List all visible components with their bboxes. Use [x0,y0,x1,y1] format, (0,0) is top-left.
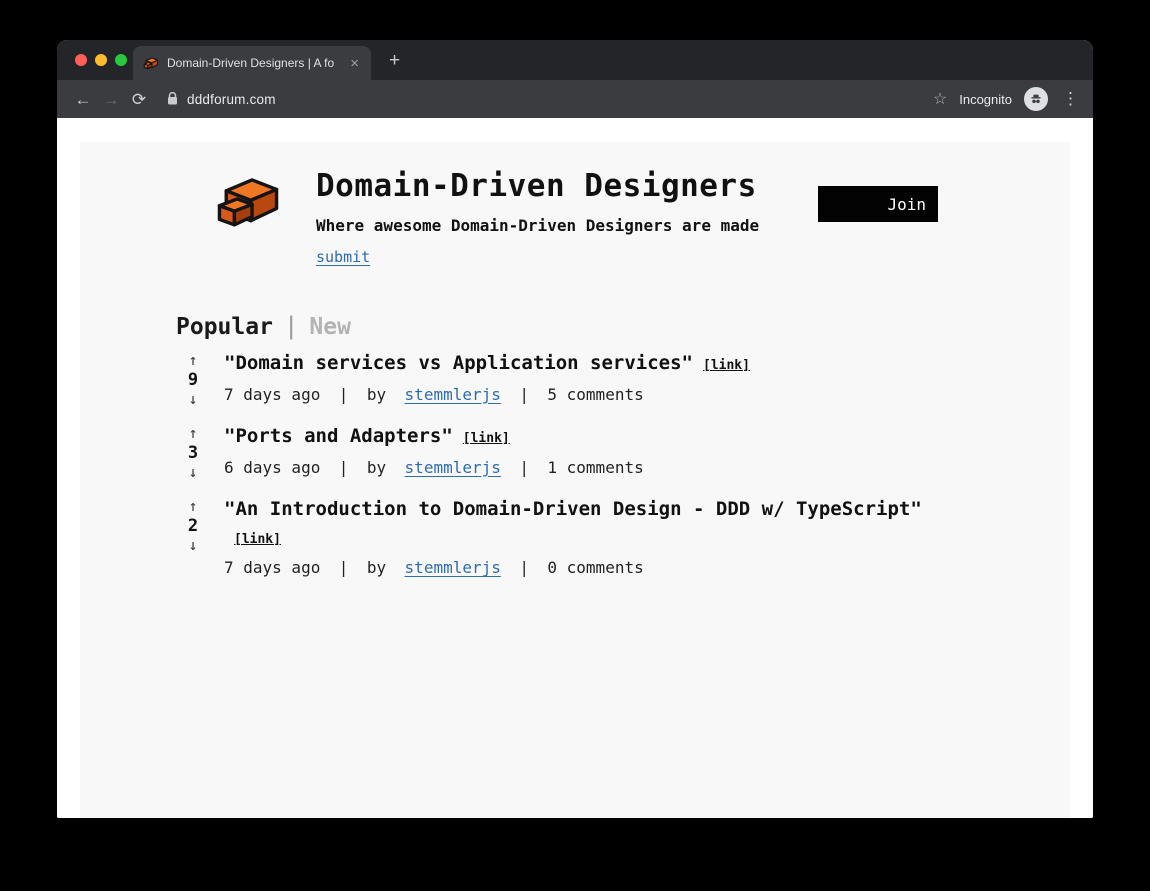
join-button[interactable]: Join [818,186,938,222]
content-container: Domain-Driven Designers Where awesome Do… [80,142,1070,818]
menu-icon[interactable]: ⋮ [1060,89,1081,109]
post-meta: 7 days ago | by stemmlerjs | 0 comments [224,558,969,577]
tab-title: Domain-Driven Designers | A fo [167,56,346,70]
new-tab-button[interactable]: + [383,49,406,72]
post-body: "An Introduction to Domain-Driven Design… [224,496,969,577]
tab-strip: Domain-Driven Designers | A fo × + [57,40,1093,80]
minimize-window-button[interactable] [95,54,107,66]
address-bar[interactable]: dddforum.com [167,85,933,113]
post-comments: 5 comments [547,385,643,404]
browser-tab[interactable]: Domain-Driven Designers | A fo × [133,46,371,80]
post-row: ↑ 2 ↓ "An Introduction to Domain-Driven … [180,496,1070,577]
tab-new[interactable]: New [309,314,351,340]
meta-separator: | [339,558,349,577]
post-title: "An Introduction to Domain-Driven Design… [224,496,969,551]
upvote-icon[interactable]: ↑ [188,352,197,369]
toolbar-right: ☆ Incognito ⋮ [933,87,1081,111]
post-link-tag[interactable]: [link] [234,532,281,547]
lock-icon[interactable] [167,92,178,106]
vote-column: ↑ 9 ↓ [180,350,206,407]
post-comments: 1 comments [547,458,643,477]
reload-icon[interactable]: ⟳ [125,91,153,108]
post-comments: 0 comments [547,558,643,577]
maximize-window-button[interactable] [115,54,127,66]
back-icon[interactable]: ← [69,91,97,108]
post-age: 7 days ago [224,385,320,404]
submit-link[interactable]: submit [316,248,370,266]
vote-count: 2 [188,515,198,537]
meta-separator: | [519,385,529,404]
meta-separator: | [519,458,529,477]
post-row: ↑ 9 ↓ "Domain services vs Application se… [180,350,1070,407]
author-link[interactable]: stemmlerjs [405,458,501,477]
post-body: "Ports and Adapters" [link] 6 days ago | … [224,423,653,480]
downvote-icon[interactable]: ↓ [188,391,197,408]
brick-logo-icon [214,168,282,234]
site-favicon-brick-icon [143,55,159,71]
vote-count: 9 [188,369,198,391]
close-window-button[interactable] [75,54,87,66]
meta-by-label: by [367,458,386,477]
post-title: "Domain services vs Application services… [224,350,750,378]
post-title-text: "Ports and Adapters" [224,425,453,447]
post-link-tag[interactable]: [link] [703,358,750,373]
post-list: ↑ 9 ↓ "Domain services vs Application se… [180,350,1070,577]
desktop-background: Domain-Driven Designers | A fo × + ← → ⟳… [0,0,1150,891]
page-content: Domain-Driven Designers Where awesome Do… [57,118,1093,818]
url-text[interactable]: dddforum.com [187,92,276,107]
post-row: ↑ 3 ↓ "Ports and Adapters" [link] 6 days … [180,423,1070,480]
downvote-icon[interactable]: ↓ [188,537,197,554]
forward-icon[interactable]: → [97,91,125,108]
post-meta: 6 days ago | by stemmlerjs | 1 comments [224,458,653,477]
post-title-text: "Domain services vs Application services… [224,352,693,374]
meta-separator: | [339,385,349,404]
post-link-tag[interactable]: [link] [463,431,510,446]
page-title: Domain-Driven Designers [316,168,784,204]
post-meta: 7 days ago | by stemmlerjs | 5 comments [224,385,750,404]
page-subtitle: Where awesome Domain-Driven Designers ar… [316,216,784,235]
close-tab-icon[interactable]: × [346,54,363,73]
incognito-label: Incognito [959,92,1012,107]
post-body: "Domain services vs Application services… [224,350,750,407]
meta-by-label: by [367,558,386,577]
post-title-text: "An Introduction to Domain-Driven Design… [224,498,922,520]
post-age: 7 days ago [224,558,320,577]
tab-divider: | [284,312,298,340]
bookmark-star-icon[interactable]: ☆ [933,89,947,109]
header-text: Domain-Driven Designers Where awesome Do… [316,168,784,266]
browser-window: Domain-Driven Designers | A fo × + ← → ⟳… [57,40,1093,818]
traffic-lights [75,54,127,66]
post-title: "Ports and Adapters" [link] [224,423,653,451]
author-link[interactable]: stemmlerjs [405,385,501,404]
meta-separator: | [519,558,529,577]
upvote-icon[interactable]: ↑ [188,425,197,442]
filter-tabs: Popular | New [176,312,1070,340]
author-link[interactable]: stemmlerjs [405,558,501,577]
vote-column: ↑ 2 ↓ [180,496,206,577]
vote-count: 3 [188,442,198,464]
browser-toolbar: ← → ⟳ dddforum.com ☆ Incognito [57,80,1093,118]
incognito-badge-icon [1024,87,1048,111]
meta-separator: | [339,458,349,477]
meta-by-label: by [367,385,386,404]
tab-popular[interactable]: Popular [176,314,273,340]
site-header: Domain-Driven Designers Where awesome Do… [80,142,1070,266]
vote-column: ↑ 3 ↓ [180,423,206,480]
post-age: 6 days ago [224,458,320,477]
downvote-icon[interactable]: ↓ [188,464,197,481]
upvote-icon[interactable]: ↑ [188,498,197,515]
